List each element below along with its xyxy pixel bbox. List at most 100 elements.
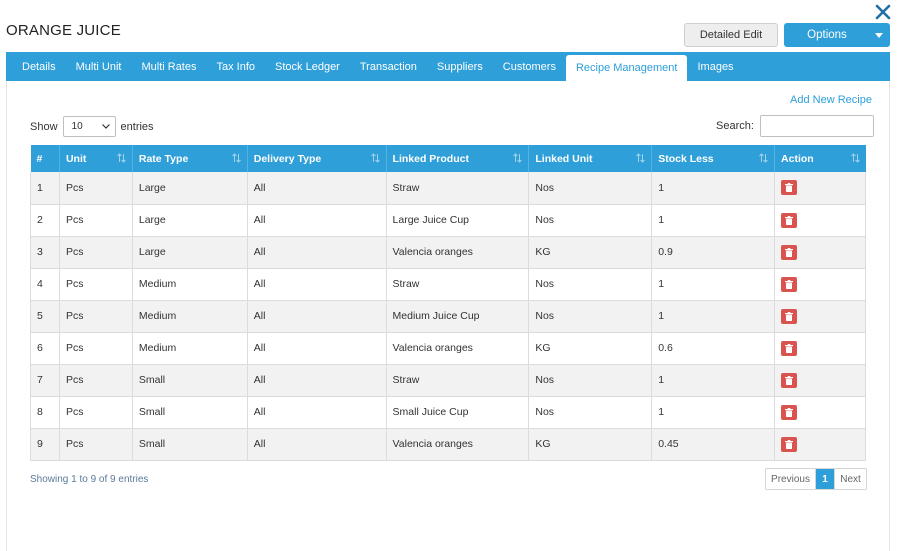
table-cell: All [247,332,387,365]
next-page-button[interactable]: Next [834,469,866,489]
trash-icon [785,247,794,257]
table-cell: 1 [651,268,776,301]
sort-icon [759,153,768,166]
tab-details[interactable]: Details [12,52,66,81]
action-cell [774,236,866,269]
entries-label: entries [120,120,154,133]
column-header-delivery-type[interactable]: Delivery Type [247,145,387,172]
column-header-label: Linked Product [392,152,469,165]
table-row: 4 Pcs Medium All Straw Nos 1 [30,268,866,301]
options-button[interactable]: Options [784,23,890,47]
delete-button[interactable] [781,212,798,228]
table-cell: All [247,204,387,237]
column-header-rate-type[interactable]: Rate Type [132,145,248,172]
table-cell: 5 [30,300,60,333]
table-cell: 1 [651,300,776,333]
page-1-button[interactable]: 1 [816,469,834,489]
table-cell: 7 [30,364,60,397]
action-cell [774,268,866,301]
action-cell [774,332,866,365]
show-label: Show [30,120,58,133]
pagination: Previous 1 Next [765,468,867,490]
delete-button[interactable] [781,276,798,292]
table-cell: Valencia oranges [386,428,530,461]
table-cell: Straw [386,172,530,205]
table-cell: Pcs [59,236,133,269]
table-cell: Large [132,172,248,205]
table-cell: Medium [132,332,248,365]
search-input[interactable] [759,115,874,137]
table-cell: All [247,172,387,205]
column-header-linked-unit[interactable]: Linked Unit [528,145,653,172]
table-cell: 1 [651,364,776,397]
tab-transaction[interactable]: Transaction [350,52,427,81]
table-row: 6 Pcs Medium All Valencia oranges KG 0.6 [30,332,866,365]
show-entries: Show 10 entries [30,116,154,137]
trash-icon [785,311,794,321]
tab-images[interactable]: Images [687,52,743,81]
table-cell: 0.9 [651,236,776,269]
delete-button[interactable] [781,436,798,452]
trash-icon [785,439,794,449]
delete-button[interactable] [781,308,798,324]
tab-suppliers[interactable]: Suppliers [427,52,493,81]
delete-button[interactable] [781,404,798,420]
tab-multi-rates[interactable]: Multi Rates [131,52,206,81]
sort-icon [231,153,241,166]
table-cell: Pcs [59,268,133,301]
table-cell: All [247,428,387,461]
delete-button[interactable] [781,340,798,356]
table-cell: 1 [651,204,776,237]
trash-icon [785,343,794,353]
table-header-row: # Unit Rate Type Delivery Type Linked Produc… [30,145,866,172]
entries-value: 10 [71,121,83,132]
table-body: 1 Pcs Large All Straw Nos 1 2 Pcs Large All Large J… [30,172,866,461]
previous-page-button[interactable]: Previous [766,469,816,489]
action-cell [774,172,866,205]
tab-recipe-management[interactable]: Recipe Management [565,55,688,81]
table-cell: All [247,364,387,397]
caret-down-icon [868,32,890,38]
tab-bar: Details Multi Unit Multi Rates Tax Info Stoc… [6,52,890,81]
close-button[interactable] [874,3,892,21]
delete-button[interactable] [781,180,798,196]
action-cell [774,396,866,429]
column-header-label: Action [781,152,814,165]
tab-stock-ledger[interactable]: Stock Ledger [265,52,350,81]
column-header-label: # [36,152,43,165]
table-cell: All [247,268,387,301]
column-header-unit[interactable]: Unit [59,145,133,172]
table-cell: 0.45 [651,428,776,461]
tab-tax-info[interactable]: Tax Info [207,52,266,81]
column-header-linked-product[interactable]: Linked Product [386,145,530,172]
table-cell: Small Juice Cup [386,396,530,429]
table-cell: 8 [30,396,60,429]
trash-icon [785,183,794,193]
table-cell: Pcs [59,428,133,461]
search-box: Search: [716,115,874,137]
tab-customers[interactable]: Customers [493,52,566,81]
table-cell: Nos [528,300,653,333]
detailed-edit-button[interactable]: Detailed Edit [684,23,778,47]
table-cell: Nos [528,364,653,397]
column-header-action[interactable]: Action [775,145,866,172]
trash-icon [785,375,794,385]
table-cell: All [247,300,387,333]
table-cell: Small [132,364,248,397]
table-row: 2 Pcs Large All Large Juice Cup Nos 1 [30,204,866,237]
add-new-recipe-link[interactable]: Add New Recipe [790,94,872,106]
delete-button[interactable] [781,372,798,388]
entries-select[interactable]: 10 [62,116,116,137]
sort-icon [370,153,380,166]
sort-icon [513,153,523,166]
table-info: Showing 1 to 9 of 9 entries [30,474,149,485]
table-row: 8 Pcs Small All Small Juice Cup Nos 1 [30,396,866,429]
tab-multi-unit[interactable]: Multi Unit [66,52,132,81]
trash-icon [785,215,794,225]
column-header-stock-less[interactable]: Stock Less [651,145,776,172]
table-cell: Pcs [59,204,133,237]
delete-button[interactable] [781,244,798,260]
table-cell: Straw [386,364,530,397]
table-cell: Large Juice Cup [386,204,530,237]
action-cell [774,204,866,237]
